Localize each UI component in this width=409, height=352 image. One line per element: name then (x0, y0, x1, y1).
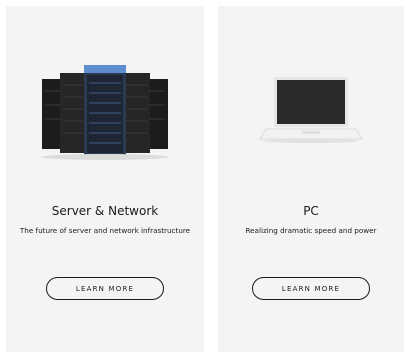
pc-image (218, 61, 404, 171)
card-description: Realizing dramatic speed and power (245, 226, 377, 235)
server-image (6, 61, 204, 171)
pc-card: PC Realizing dramatic speed and power LE… (218, 6, 404, 352)
product-cards: Server & Network The future of server an… (0, 0, 409, 352)
server-network-card: Server & Network The future of server an… (6, 6, 204, 352)
card-title: PC (303, 204, 319, 218)
server-rack-icon (41, 65, 169, 160)
learn-more-button[interactable]: LEARN MORE (252, 277, 370, 300)
laptop-icon (259, 77, 363, 143)
card-description: The future of server and network infrast… (19, 226, 191, 235)
card-title: Server & Network (51, 204, 159, 218)
learn-more-button[interactable]: LEARN MORE (46, 277, 164, 300)
